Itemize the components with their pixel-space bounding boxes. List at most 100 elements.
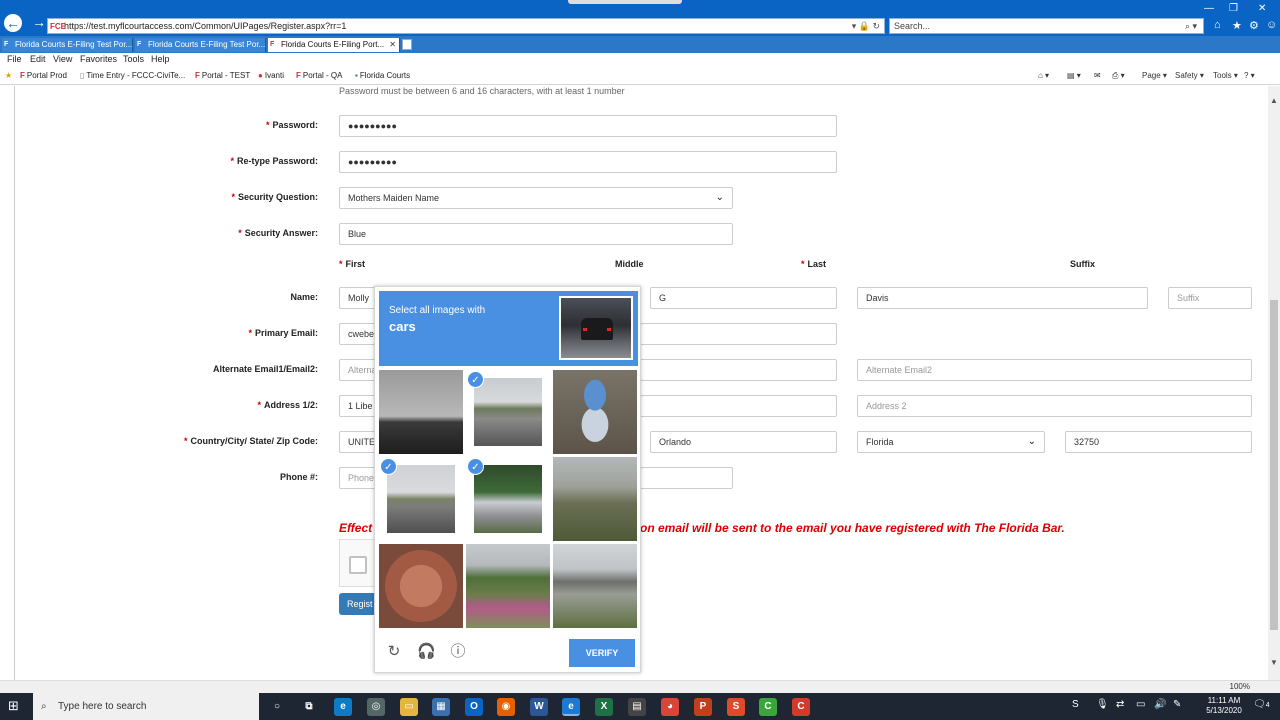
safety-menu[interactable]: Safety ▾ xyxy=(1175,71,1204,80)
password-field[interactable]: ●●●●●●●●● xyxy=(339,115,837,137)
cortana-icon[interactable]: ○ xyxy=(268,698,286,716)
menu-view[interactable]: View xyxy=(53,54,72,64)
address-bar[interactable]: FCE https://test.myflcourtaccess.com/Com… xyxy=(47,18,885,34)
vertical-scrollbar[interactable]: ▲ ▼ xyxy=(1268,86,1280,680)
fav-portal-qa[interactable]: F Portal - QA xyxy=(296,71,342,80)
headphones-icon[interactable]: 🎧 xyxy=(417,643,436,661)
favorites-star-icon[interactable]: ★ xyxy=(5,71,14,80)
pen-icon[interactable]: ✎ xyxy=(1173,699,1181,710)
back-button[interactable]: ← xyxy=(4,14,22,32)
print-icon[interactable]: ⎙ ▾ xyxy=(1112,71,1125,81)
captcha-tile-8[interactable] xyxy=(466,544,550,628)
primary-email-field-right[interactable] xyxy=(640,323,837,345)
captcha-tile-3[interactable] xyxy=(553,370,637,454)
volume-icon[interactable]: 🔊 xyxy=(1154,699,1166,710)
retype-password-field[interactable]: ●●●●●●●●● xyxy=(339,151,837,173)
captcha-tile-6[interactable] xyxy=(553,457,637,541)
scroll-up-icon[interactable]: ▲ xyxy=(1270,96,1278,105)
battery-icon[interactable]: ▭ xyxy=(1136,699,1145,710)
alternate-email1-field-right[interactable] xyxy=(640,359,837,381)
fav-portal-prod[interactable]: F Portal Prod xyxy=(20,71,67,80)
fav-time-entry[interactable]: ▯ Time Entry - FCCC-CiviTe... xyxy=(80,71,185,80)
page-menu[interactable]: Page ▾ xyxy=(1142,71,1167,80)
new-tab-button[interactable] xyxy=(402,39,412,50)
city-field[interactable]: Orlando xyxy=(650,431,837,453)
app-icon[interactable]: ◎ xyxy=(367,698,385,716)
captcha-tile-9[interactable] xyxy=(553,544,637,628)
security-question-select[interactable]: Mothers Maiden Name ⌄ xyxy=(339,187,733,209)
taskbar-search[interactable]: ⌕ Type here to search xyxy=(33,693,259,720)
menu-file[interactable]: File xyxy=(7,54,22,64)
fav-florida-courts[interactable]: ▪ Florida Courts xyxy=(355,71,410,80)
minimize-icon[interactable]: — xyxy=(1204,3,1214,14)
captcha-tile-7[interactable] xyxy=(379,544,463,628)
address2-field[interactable]: Address 2 xyxy=(857,395,1252,417)
address1-field-right[interactable] xyxy=(640,395,837,417)
fav-ivanti[interactable]: ● Ivanti xyxy=(258,71,284,80)
network-icon[interactable]: ⇄ xyxy=(1116,699,1124,710)
snagit-icon[interactable]: S xyxy=(727,698,745,716)
state-select[interactable]: Florida ⌄ xyxy=(857,431,1045,453)
zoom-level[interactable]: 100% xyxy=(1230,682,1250,691)
security-answer-field[interactable]: Blue xyxy=(339,223,733,245)
settings-gear-icon[interactable]: ⚙ xyxy=(1249,19,1259,32)
fav-portal-test[interactable]: F Portal - TEST xyxy=(195,71,250,80)
search-icon[interactable]: ⌕ ▾ xyxy=(1185,19,1197,33)
notifications-icon[interactable]: 🗨4 xyxy=(1253,699,1270,710)
zip-field[interactable]: 32750 xyxy=(1065,431,1252,453)
scroll-down-icon[interactable]: ▼ xyxy=(1270,658,1278,667)
favorites-star-icon[interactable]: ★ xyxy=(1232,19,1242,32)
help-icon[interactable]: ? ▾ xyxy=(1244,71,1255,80)
tools-menu[interactable]: Tools ▾ xyxy=(1213,71,1238,80)
firefox-icon[interactable]: ◉ xyxy=(497,698,515,716)
windows-start-icon[interactable]: ⊞ xyxy=(8,699,22,713)
verify-button[interactable]: VERIFY xyxy=(569,639,635,667)
primary-email-field[interactable]: cwebe xyxy=(339,323,379,345)
captcha-checkbox[interactable] xyxy=(349,556,367,574)
smiley-icon[interactable]: ☺ xyxy=(1266,19,1277,31)
powerpoint-icon[interactable]: P xyxy=(694,698,712,716)
home-icon[interactable]: ⌂ xyxy=(1214,19,1221,31)
feeds-icon[interactable]: ▤ ▾ xyxy=(1067,71,1081,80)
internet-explorer-icon[interactable]: e xyxy=(562,698,580,716)
restore-icon[interactable]: ❐ xyxy=(1229,3,1238,14)
close-window-icon[interactable]: ✕ xyxy=(1258,3,1266,14)
tab-2[interactable]: F Florida Courts E-Filing Test Por... xyxy=(135,38,266,52)
camtasia-green-icon[interactable]: C xyxy=(759,698,777,716)
captcha-tile-1[interactable] xyxy=(379,370,463,454)
chrome-icon[interactable]: ◕ xyxy=(661,698,679,716)
close-icon[interactable]: ✕ xyxy=(389,38,396,52)
country-select[interactable]: UNITE xyxy=(339,431,379,453)
forward-button[interactable]: → xyxy=(30,13,48,31)
home-cmd-icon[interactable]: ⌂ ▾ xyxy=(1038,71,1049,80)
file-explorer-icon[interactable]: ▭ xyxy=(400,698,418,716)
camtasia-red-icon[interactable]: C xyxy=(792,698,810,716)
info-icon[interactable]: ⓘ xyxy=(449,643,467,661)
excel-icon[interactable]: X xyxy=(595,698,613,716)
menu-tools[interactable]: Tools xyxy=(123,54,144,64)
refresh-icon[interactable]: ↻ xyxy=(385,643,403,661)
search-input[interactable]: Search... ⌕ ▾ xyxy=(889,18,1204,34)
calculator-icon[interactable]: ▤ xyxy=(628,698,646,716)
alternate-email2-field[interactable]: Alternate Email2 xyxy=(857,359,1252,381)
phone-field[interactable]: Phone xyxy=(339,467,379,489)
menu-help[interactable]: Help xyxy=(151,54,170,64)
last-name-field[interactable]: Davis xyxy=(857,287,1148,309)
suffix-field[interactable]: Suffix xyxy=(1168,287,1252,309)
register-button[interactable]: Regist xyxy=(339,593,379,615)
microphone-icon[interactable]: 🎙 xyxy=(1096,699,1109,710)
word-icon[interactable]: W xyxy=(530,698,548,716)
alternate-email1-field[interactable]: Alterna xyxy=(339,359,379,381)
phone-field-right[interactable] xyxy=(640,467,733,489)
outlook-icon[interactable]: O xyxy=(465,698,483,716)
task-view-icon[interactable]: ⧉ xyxy=(300,698,318,716)
mail-icon[interactable]: ✉ xyxy=(1094,71,1101,80)
address1-field[interactable]: 1 Libe xyxy=(339,395,379,417)
first-name-field[interactable]: Molly xyxy=(339,287,379,309)
snagit-tray-icon[interactable]: S xyxy=(1072,699,1079,710)
middle-name-field[interactable]: G xyxy=(650,287,837,309)
scroll-thumb[interactable] xyxy=(1270,300,1278,630)
clock[interactable]: 11:11 AM 5/13/2020 xyxy=(1200,696,1248,716)
menu-edit[interactable]: Edit xyxy=(30,54,46,64)
store-icon[interactable]: ▦ xyxy=(432,698,450,716)
